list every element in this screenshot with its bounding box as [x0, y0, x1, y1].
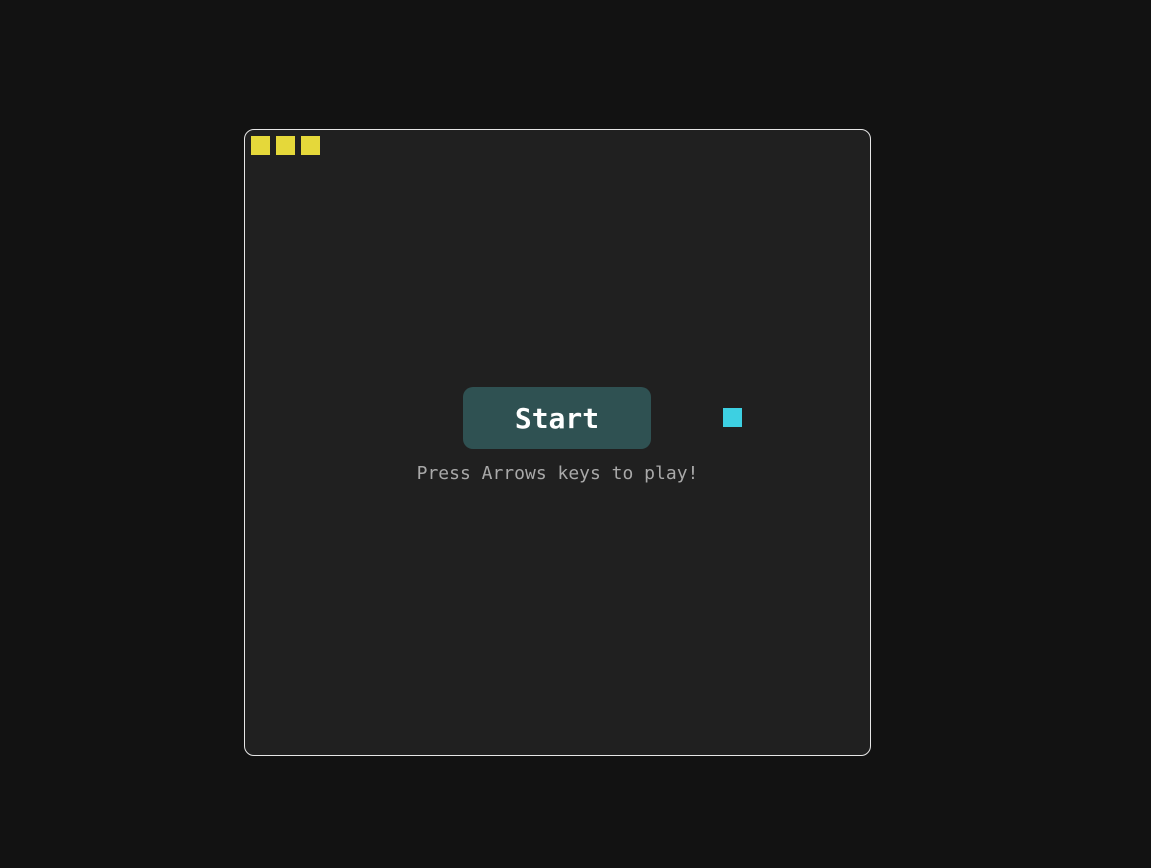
game-board[interactable]: Start Press Arrows keys to play! [244, 129, 871, 756]
instructions-text: Press Arrows keys to play! [416, 463, 699, 484]
life-block [251, 136, 270, 155]
lives-indicator [251, 136, 320, 155]
food-block [723, 408, 742, 427]
life-block [301, 136, 320, 155]
start-button[interactable]: Start [463, 387, 651, 449]
life-block [276, 136, 295, 155]
